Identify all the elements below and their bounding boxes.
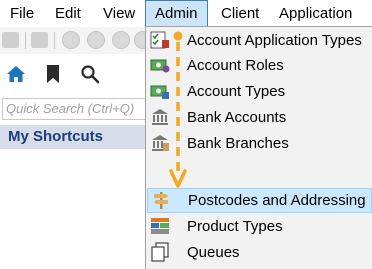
back-alt-icon[interactable]: [87, 31, 105, 49]
queues-icon: [151, 242, 169, 262]
toolbar-separator: [25, 32, 26, 49]
print-icon[interactable]: [2, 32, 19, 48]
toolbar: [0, 27, 152, 54]
menu-edit[interactable]: Edit: [55, 0, 81, 27]
quick-search-input[interactable]: Quick Search (Ctrl+Q): [2, 98, 146, 120]
menu-item-label: Product Types: [187, 218, 283, 235]
menu-file[interactable]: File: [10, 0, 34, 27]
menu-item-label: Postcodes and Addressing: [188, 192, 366, 209]
forward-icon[interactable]: [112, 31, 130, 49]
nav-icon-bar: [0, 62, 146, 92]
bookmark-icon[interactable]: [45, 64, 61, 84]
menu-admin[interactable]: Admin: [145, 0, 208, 27]
menu-item-queues[interactable]: Queues: [146, 240, 372, 265]
menu-item-account-application-types[interactable]: Account Application Types: [146, 28, 372, 53]
menu-bar: File Edit View Admin Client Application: [0, 0, 372, 27]
search-icon[interactable]: [80, 64, 100, 84]
menu-item-bank-branches[interactable]: Bank Branches: [146, 131, 372, 156]
back-icon[interactable]: [62, 31, 80, 49]
my-shortcuts-header[interactable]: My Shortcuts: [0, 125, 146, 149]
menu-item-account-types[interactable]: Account Types: [146, 79, 372, 104]
money-role-icon: [150, 59, 170, 73]
menu-item-label: Bank Branches: [187, 135, 289, 152]
menu-client[interactable]: Client: [221, 0, 259, 27]
menu-item-account-roles[interactable]: Account Roles: [146, 53, 372, 78]
toolbar-separator: [54, 32, 55, 49]
menu-item-bank-accounts[interactable]: Bank Accounts: [146, 105, 372, 130]
menu-item-label: Account Application Types: [187, 32, 362, 49]
menu-application[interactable]: Application: [279, 0, 352, 27]
left-panel: Quick Search (Ctrl+Q) My Shortcuts: [0, 54, 146, 269]
menu-item-label: Bank Accounts: [187, 109, 287, 126]
home-icon[interactable]: [31, 32, 48, 48]
menu-item-product-types[interactable]: Product Types: [146, 214, 372, 239]
menu-item-label: Account Roles: [187, 57, 284, 74]
money-type-icon: [150, 85, 169, 99]
admin-dropdown-menu: Account Application Types Account Roles …: [145, 26, 372, 269]
menu-item-label: Queues: [187, 244, 240, 261]
menu-item-label: Account Types: [187, 83, 286, 100]
bank-icon: [152, 109, 168, 125]
checklist-icon: [150, 31, 169, 49]
menu-item-postcodes-and-addressing[interactable]: Postcodes and Addressing: [147, 188, 372, 213]
bank-branch-icon: [152, 135, 169, 151]
menu-view[interactable]: View: [103, 0, 135, 27]
home-icon[interactable]: [6, 64, 26, 84]
signpost-icon: [154, 192, 168, 209]
product-types-icon: [151, 218, 169, 234]
